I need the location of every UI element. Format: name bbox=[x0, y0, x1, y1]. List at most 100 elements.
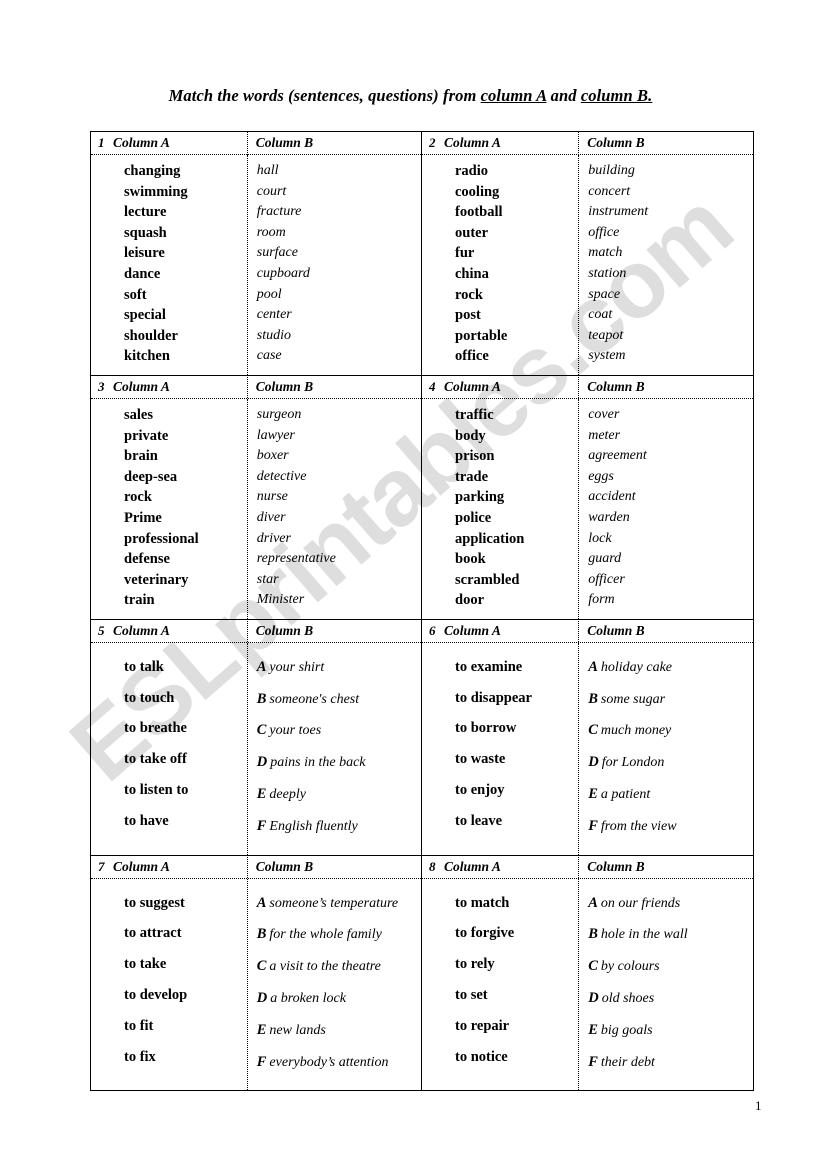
column-a-item[interactable]: squash bbox=[91, 223, 247, 244]
column-a-item[interactable]: deep-sea bbox=[91, 467, 247, 488]
column-b-item[interactable]: concert bbox=[579, 182, 753, 203]
column-b-item[interactable]: representative bbox=[248, 549, 421, 570]
column-b-item[interactable]: lock bbox=[579, 529, 753, 550]
column-b-item[interactable]: space bbox=[579, 285, 753, 306]
column-b-item[interactable]: pool bbox=[248, 285, 421, 306]
column-b-item[interactable]: Ea patient bbox=[579, 779, 753, 811]
column-a-item[interactable]: to waste bbox=[422, 744, 578, 775]
column-a-item[interactable]: traffic bbox=[422, 405, 578, 426]
column-b-item[interactable]: nurse bbox=[248, 487, 421, 508]
column-b-item[interactable]: Feverybody’s attention bbox=[248, 1047, 421, 1079]
column-b-item[interactable]: Aon our friends bbox=[579, 888, 753, 920]
column-a-item[interactable]: to rely bbox=[422, 949, 578, 980]
column-b-item[interactable]: Bfor the whole family bbox=[248, 919, 421, 951]
column-b-item[interactable]: station bbox=[579, 264, 753, 285]
column-b-item[interactable]: surface bbox=[248, 243, 421, 264]
column-a-item[interactable]: body bbox=[422, 426, 578, 447]
column-a-item[interactable]: to attract bbox=[91, 918, 247, 949]
column-b-item[interactable]: office bbox=[579, 223, 753, 244]
column-b-item[interactable]: Edeeply bbox=[248, 779, 421, 811]
column-a-item[interactable]: police bbox=[422, 508, 578, 529]
column-b-item[interactable]: meter bbox=[579, 426, 753, 447]
column-b-item[interactable]: Ebig goals bbox=[579, 1015, 753, 1047]
column-b-item[interactable]: agreement bbox=[579, 446, 753, 467]
column-a-item[interactable]: door bbox=[422, 590, 578, 611]
column-b-item[interactable]: cover bbox=[579, 405, 753, 426]
column-b-item[interactable]: Da broken lock bbox=[248, 983, 421, 1015]
column-b-item[interactable]: Cyour toes bbox=[248, 715, 421, 747]
column-a-item[interactable]: veterinary bbox=[91, 570, 247, 591]
column-a-item[interactable]: office bbox=[422, 346, 578, 367]
column-a-item[interactable]: changing bbox=[91, 161, 247, 182]
column-a-item[interactable]: Prime bbox=[91, 508, 247, 529]
column-a-item[interactable]: shoulder bbox=[91, 326, 247, 347]
column-a-item[interactable]: to examine bbox=[422, 652, 578, 683]
column-a-item[interactable]: to set bbox=[422, 980, 578, 1011]
column-b-item[interactable]: hall bbox=[248, 161, 421, 182]
column-a-item[interactable]: to disappear bbox=[422, 683, 578, 714]
column-b-item[interactable]: Minister bbox=[248, 590, 421, 611]
column-a-item[interactable]: rock bbox=[91, 487, 247, 508]
column-b-item[interactable]: Ftheir debt bbox=[579, 1047, 753, 1079]
column-a-item[interactable]: to suggest bbox=[91, 888, 247, 919]
column-b-item[interactable]: Bhole in the wall bbox=[579, 919, 753, 951]
column-b-item[interactable]: Bsome sugar bbox=[579, 684, 753, 716]
column-b-item[interactable]: Ca visit to the theatre bbox=[248, 951, 421, 983]
column-a-item[interactable]: fur bbox=[422, 243, 578, 264]
column-b-item[interactable]: instrument bbox=[579, 202, 753, 223]
column-a-item[interactable]: to listen to bbox=[91, 775, 247, 806]
column-a-item[interactable]: scrambled bbox=[422, 570, 578, 591]
column-b-item[interactable]: Enew lands bbox=[248, 1015, 421, 1047]
column-a-item[interactable]: soft bbox=[91, 285, 247, 306]
column-a-item[interactable]: to notice bbox=[422, 1042, 578, 1073]
column-a-item[interactable]: trade bbox=[422, 467, 578, 488]
column-b-item[interactable]: diver bbox=[248, 508, 421, 529]
column-a-item[interactable]: to touch bbox=[91, 683, 247, 714]
column-a-item[interactable]: to take off bbox=[91, 744, 247, 775]
column-b-item[interactable]: teapot bbox=[579, 326, 753, 347]
column-a-item[interactable]: to forgive bbox=[422, 918, 578, 949]
column-b-item[interactable]: boxer bbox=[248, 446, 421, 467]
column-a-item[interactable]: outer bbox=[422, 223, 578, 244]
column-b-item[interactable]: Dold shoes bbox=[579, 983, 753, 1015]
column-b-item[interactable]: Asomeone’s temperature bbox=[248, 888, 421, 920]
column-a-item[interactable]: china bbox=[422, 264, 578, 285]
column-b-item[interactable]: warden bbox=[579, 508, 753, 529]
column-a-item[interactable]: to breathe bbox=[91, 713, 247, 744]
column-a-item[interactable]: application bbox=[422, 529, 578, 550]
column-b-item[interactable]: detective bbox=[248, 467, 421, 488]
column-a-item[interactable]: private bbox=[91, 426, 247, 447]
column-b-item[interactable]: building bbox=[579, 161, 753, 182]
column-a-item[interactable]: radio bbox=[422, 161, 578, 182]
column-b-item[interactable]: accident bbox=[579, 487, 753, 508]
column-b-item[interactable]: star bbox=[248, 570, 421, 591]
column-a-item[interactable]: to have bbox=[91, 806, 247, 837]
column-a-item[interactable]: portable bbox=[422, 326, 578, 347]
column-b-item[interactable]: coat bbox=[579, 305, 753, 326]
column-a-item[interactable]: book bbox=[422, 549, 578, 570]
column-a-item[interactable]: dance bbox=[91, 264, 247, 285]
column-b-item[interactable]: studio bbox=[248, 326, 421, 347]
column-a-item[interactable]: special bbox=[91, 305, 247, 326]
column-a-item[interactable]: to leave bbox=[422, 806, 578, 837]
column-a-item[interactable]: leisure bbox=[91, 243, 247, 264]
column-a-item[interactable]: train bbox=[91, 590, 247, 611]
column-b-item[interactable]: center bbox=[248, 305, 421, 326]
column-a-item[interactable]: lecture bbox=[91, 202, 247, 223]
column-a-item[interactable]: swimming bbox=[91, 182, 247, 203]
column-a-item[interactable]: to borrow bbox=[422, 713, 578, 744]
column-a-item[interactable]: rock bbox=[422, 285, 578, 306]
column-a-item[interactable]: to develop bbox=[91, 980, 247, 1011]
column-b-item[interactable]: officer bbox=[579, 570, 753, 591]
column-b-item[interactable]: F English fluently bbox=[248, 811, 421, 843]
column-a-item[interactable]: prison bbox=[422, 446, 578, 467]
column-a-item[interactable]: football bbox=[422, 202, 578, 223]
column-a-item[interactable]: to take bbox=[91, 949, 247, 980]
column-a-item[interactable]: professional bbox=[91, 529, 247, 550]
column-b-item[interactable]: Ayour shirt bbox=[248, 652, 421, 684]
column-b-item[interactable]: Bsomeone's chest bbox=[248, 684, 421, 716]
column-a-item[interactable]: brain bbox=[91, 446, 247, 467]
column-a-item[interactable]: defense bbox=[91, 549, 247, 570]
column-b-item[interactable]: match bbox=[579, 243, 753, 264]
column-a-item[interactable]: parking bbox=[422, 487, 578, 508]
